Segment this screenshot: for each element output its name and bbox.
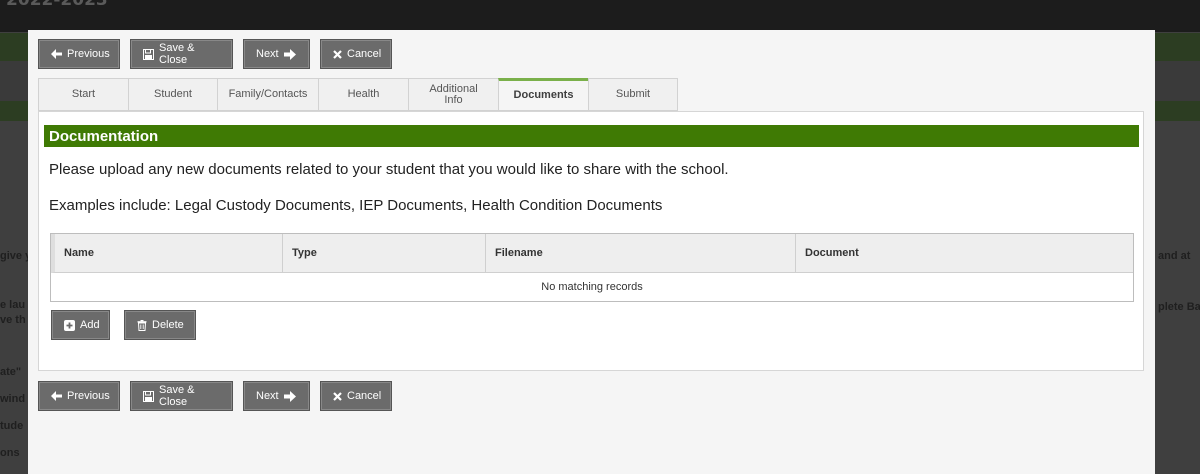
cancel-button[interactable]: Cancel (320, 39, 392, 69)
tab-label: Health (347, 88, 380, 100)
close-icon (333, 49, 342, 59)
cancel-button-label: Cancel (347, 48, 382, 60)
add-button[interactable]: Add (51, 310, 110, 340)
previous-button[interactable]: Previous (38, 381, 120, 411)
save-icon (143, 390, 154, 402)
save-close-button-label: Save & Close (159, 384, 195, 408)
next-button-label: Next (256, 48, 279, 60)
tab-label: Start (71, 88, 96, 100)
table-header: Name Type Filename Document (51, 234, 1133, 273)
tab-additional-info[interactable]: Additional Info (408, 78, 498, 111)
background-title: t 2022-2023 (0, 0, 108, 10)
plus-icon (64, 319, 75, 331)
column-header-filename[interactable]: Filename (486, 234, 796, 272)
background-text: give y (0, 250, 32, 262)
save-icon (143, 48, 154, 60)
arrow-right-icon (283, 390, 296, 402)
examples-text: Examples include: Legal Custody Document… (49, 197, 663, 214)
tab-label: Family/Contacts (228, 88, 308, 100)
next-button[interactable]: Next (243, 381, 310, 411)
background-text: plete Ba (1158, 301, 1200, 313)
section-title: Documentation (44, 125, 1139, 147)
empty-table-message: No matching records (541, 281, 643, 293)
save-close-button[interactable]: Save & Close (130, 381, 233, 411)
add-button-label: Add (80, 319, 100, 331)
arrow-left-icon (51, 391, 62, 401)
tab-start[interactable]: Start (38, 78, 128, 111)
wizard-modal: Previous Save & Close Next Cancel Start … (28, 30, 1155, 474)
column-header-name[interactable]: Name (55, 234, 283, 272)
documents-table: Name Type Filename Document No matching … (50, 233, 1134, 302)
tab-documents[interactable]: Documents (498, 78, 588, 111)
arrow-left-icon (51, 49, 62, 59)
trash-icon (137, 319, 147, 331)
column-header-type[interactable]: Type (283, 234, 486, 272)
background-text: and at (1158, 250, 1191, 262)
background-text: wind (0, 393, 26, 405)
tab-health[interactable]: Health (318, 78, 408, 111)
background-text: ve th (0, 314, 26, 326)
tab-label: Documents (513, 89, 574, 101)
column-header-document[interactable]: Document (796, 234, 1133, 272)
close-icon (333, 391, 342, 401)
background-text: ate" (0, 366, 22, 378)
save-close-button-label: Save & Close (159, 42, 195, 66)
delete-button[interactable]: Delete (124, 310, 196, 340)
next-button-label: Next (256, 390, 279, 402)
bottom-toolbar: Previous Save & Close Next Cancel (38, 381, 392, 411)
tab-student[interactable]: Student (128, 78, 217, 111)
previous-button-label: Previous (67, 48, 110, 60)
tab-family-contacts[interactable]: Family/Contacts (217, 78, 318, 111)
wizard-tabs: Start Student Family/Contacts Health Add… (38, 78, 678, 111)
background-text: ons (0, 447, 20, 459)
tab-label: Submit (615, 88, 651, 100)
cancel-button-label: Cancel (347, 390, 382, 402)
save-close-button[interactable]: Save & Close (130, 39, 233, 69)
top-toolbar: Previous Save & Close Next Cancel (38, 39, 392, 69)
previous-button[interactable]: Previous (38, 39, 120, 69)
next-button[interactable]: Next (243, 39, 310, 69)
previous-button-label: Previous (67, 390, 110, 402)
delete-button-label: Delete (152, 319, 184, 331)
tab-submit[interactable]: Submit (588, 78, 678, 111)
background-text: e lau (0, 299, 26, 311)
cancel-button[interactable]: Cancel (320, 381, 392, 411)
tab-label: Additional Info (429, 82, 478, 106)
arrow-right-icon (283, 48, 296, 60)
tab-label: Student (154, 88, 192, 100)
background-header: t 2022-2023 (0, 0, 1200, 32)
background-text: tude (0, 420, 24, 432)
instructions-text: Please upload any new documents related … (49, 161, 729, 178)
table-actions: Add Delete (51, 310, 196, 340)
documents-panel: Documentation Please upload any new docu… (38, 111, 1144, 371)
